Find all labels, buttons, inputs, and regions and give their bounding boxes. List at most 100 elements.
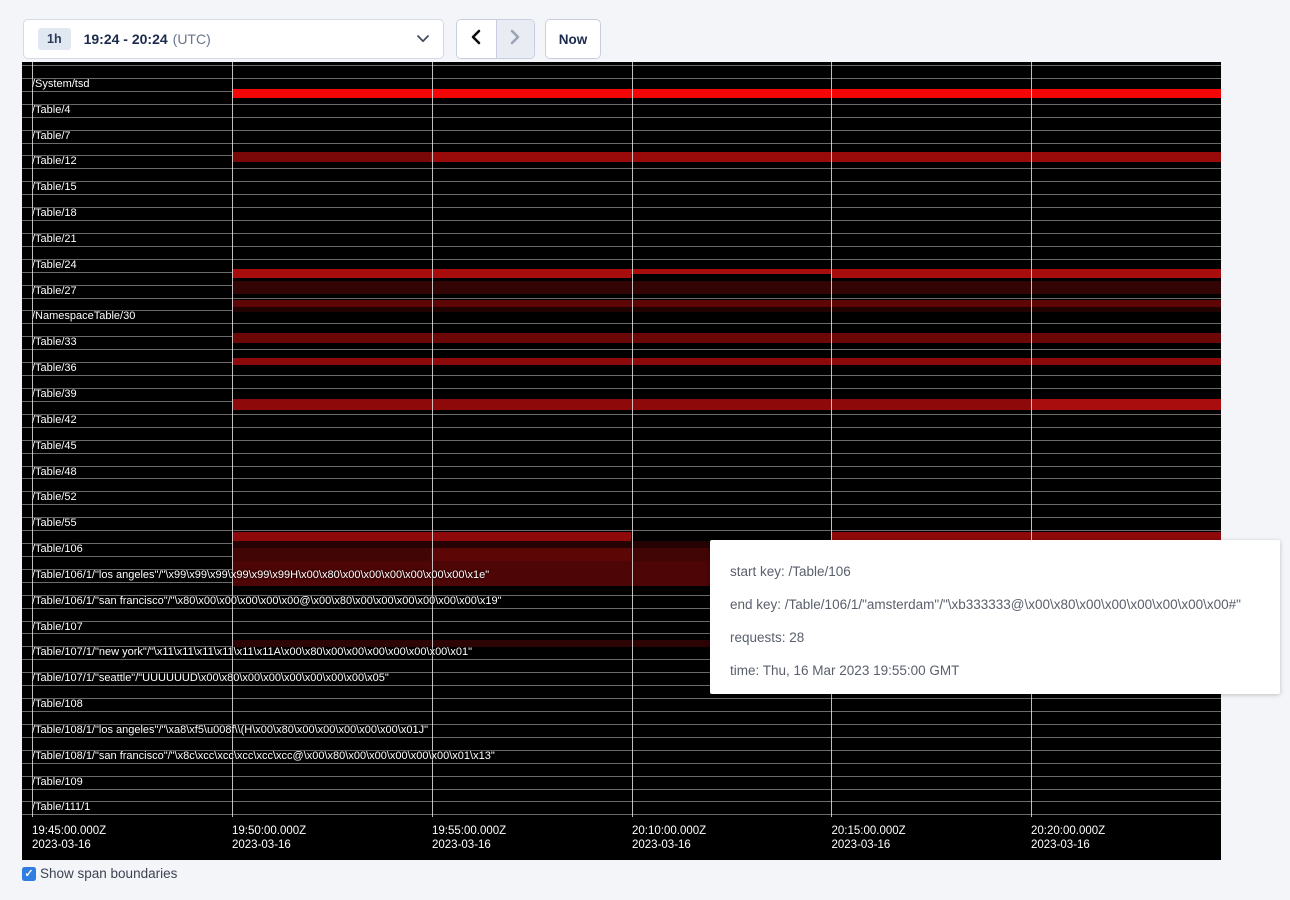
row-key-label: /Table/21 — [32, 234, 77, 245]
heat-band — [431, 548, 631, 561]
now-button[interactable]: Now — [545, 19, 601, 59]
heat-band — [1031, 399, 1221, 410]
row-key-label: /Table/33 — [32, 337, 77, 348]
x-axis-tick: 20:20:00.000Z2023-03-16 — [1031, 824, 1105, 852]
span-boundary-line — [22, 375, 1221, 376]
chevron-left-icon — [469, 29, 483, 50]
x-axis-tick: 19:55:00.000Z2023-03-16 — [432, 824, 506, 852]
chevron-right-icon — [508, 29, 522, 50]
row-key-label: /Table/107/1/"seattle"/"UUUUUUD\x00\x80\… — [32, 673, 389, 684]
row-key-label: /Table/48 — [32, 467, 77, 478]
span-boundary-line — [22, 776, 1221, 777]
span-boundary-line — [22, 711, 1221, 712]
time-gridline — [232, 62, 233, 817]
row-key-label: /Table/108/1/"los angeles"/"\xa8\xf5\u00… — [32, 725, 428, 736]
span-boundary-line — [22, 478, 1221, 479]
row-key-label: /Table/45 — [32, 441, 77, 452]
span-boundary-line — [22, 143, 1221, 144]
span-boundary-line — [22, 78, 1221, 79]
row-key-label: /Table/15 — [32, 182, 77, 193]
tooltip-requests: requests: 28 — [730, 628, 1280, 648]
time-gridline — [1031, 62, 1032, 817]
span-boundary-line — [22, 220, 1221, 221]
tooltip-start-key: start key: /Table/106 — [730, 562, 1280, 582]
tooltip-time: time: Thu, 16 Mar 2023 19:55:00 GMT — [730, 661, 1280, 681]
row-key-label: /Table/18 — [32, 208, 77, 219]
span-boundary-line — [22, 530, 1221, 531]
show-span-boundaries-checkbox[interactable]: ✓ — [22, 867, 36, 881]
heat-band — [831, 269, 1221, 278]
span-boundary-line — [22, 246, 1221, 247]
heat-band — [631, 269, 831, 274]
time-gridline — [831, 62, 832, 817]
span-boundary-line — [22, 814, 1221, 815]
x-axis-tick: 20:10:00.000Z2023-03-16 — [632, 824, 706, 852]
row-key-label: /Table/107 — [32, 622, 83, 633]
x-axis-time: 19:50:00.000Z — [232, 824, 306, 838]
span-boundary-line — [22, 763, 1221, 764]
prev-time-button[interactable] — [457, 20, 496, 58]
span-boundary-line — [22, 427, 1221, 428]
heat-band — [232, 541, 710, 548]
x-axis-date: 2023-03-16 — [232, 838, 306, 852]
heat-band — [431, 152, 1221, 162]
time-gridline — [632, 62, 633, 817]
x-axis-date: 2023-03-16 — [432, 838, 506, 852]
row-key-label: /Table/55 — [32, 518, 77, 529]
next-time-button[interactable] — [496, 20, 535, 58]
row-key-label: /NamespaceTable/30 — [32, 311, 135, 322]
row-key-label: /Table/27 — [32, 286, 77, 297]
x-axis-tick: 20:15:00.000Z2023-03-16 — [832, 824, 906, 852]
span-boundary-line — [22, 517, 1221, 518]
timezone-label: (UTC) — [173, 31, 211, 47]
x-axis-date: 2023-03-16 — [832, 838, 906, 852]
span-boundary-line — [22, 388, 1221, 389]
keyvis-heatmap-canvas[interactable]: /System/tsd/Table/4/Table/7/Table/12/Tab… — [22, 62, 1221, 860]
row-key-label: /Table/4 — [32, 105, 71, 116]
row-key-label: /Table/42 — [32, 415, 77, 426]
time-window-badge: 1h — [38, 28, 71, 50]
span-boundary-line — [22, 298, 1221, 299]
time-nav-group — [456, 19, 535, 59]
heat-band — [232, 281, 1221, 294]
heat-band — [232, 358, 1221, 365]
time-gridline — [432, 62, 433, 817]
span-boundary-line — [22, 491, 1221, 492]
row-key-label: /Table/52 — [32, 492, 77, 503]
x-axis-tick: 19:50:00.000Z2023-03-16 — [232, 824, 306, 852]
row-key-label: /Table/36 — [32, 363, 77, 374]
heat-band — [232, 300, 1221, 307]
span-boundary-line — [22, 65, 1221, 66]
row-key-label: /Table/7 — [32, 131, 71, 142]
time-range-selector[interactable]: 1h 19:24 - 20:24 (UTC) — [23, 19, 444, 59]
x-axis-time: 19:45:00.000Z — [32, 824, 106, 838]
span-boundary-line — [22, 504, 1221, 505]
row-key-label: /Table/108/1/"san francisco"/"\x8c\xcc\x… — [32, 751, 495, 762]
span-tooltip: start key: /Table/106 end key: /Table/10… — [710, 540, 1280, 694]
tooltip-end-key: end key: /Table/106/1/"amsterdam"/"\xb33… — [730, 595, 1280, 615]
span-boundary-line — [22, 453, 1221, 454]
span-boundary-line — [22, 414, 1221, 415]
x-axis-date: 2023-03-16 — [32, 838, 106, 852]
span-boundary-line — [22, 698, 1221, 699]
span-boundary-line — [22, 466, 1221, 467]
row-key-label: /Table/107/1/"new york"/"\x11\x11\x11\x1… — [32, 647, 472, 658]
span-boundary-line — [22, 181, 1221, 182]
span-boundary-line — [22, 130, 1221, 131]
span-boundary-line — [22, 104, 1221, 105]
row-key-label: /Table/108 — [32, 699, 83, 710]
time-range-label: 19:24 - 20:24 — [84, 31, 168, 47]
span-boundary-line — [22, 440, 1221, 441]
row-key-label: /Table/12 — [32, 156, 77, 167]
row-key-label: /Table/106/1/"san francisco"/"\x80\x00\x… — [32, 596, 502, 607]
span-boundary-line — [22, 194, 1221, 195]
span-boundary-line — [22, 323, 1221, 324]
span-boundary-line — [22, 737, 1221, 738]
x-axis-time: 19:55:00.000Z — [432, 824, 506, 838]
span-boundary-line — [22, 207, 1221, 208]
span-boundary-line — [22, 117, 1221, 118]
chevron-down-icon — [417, 30, 429, 48]
footer-controls: ✓ Show span boundaries — [22, 866, 177, 881]
show-span-boundaries-label: Show span boundaries — [40, 866, 177, 881]
heat-band — [232, 89, 1221, 98]
